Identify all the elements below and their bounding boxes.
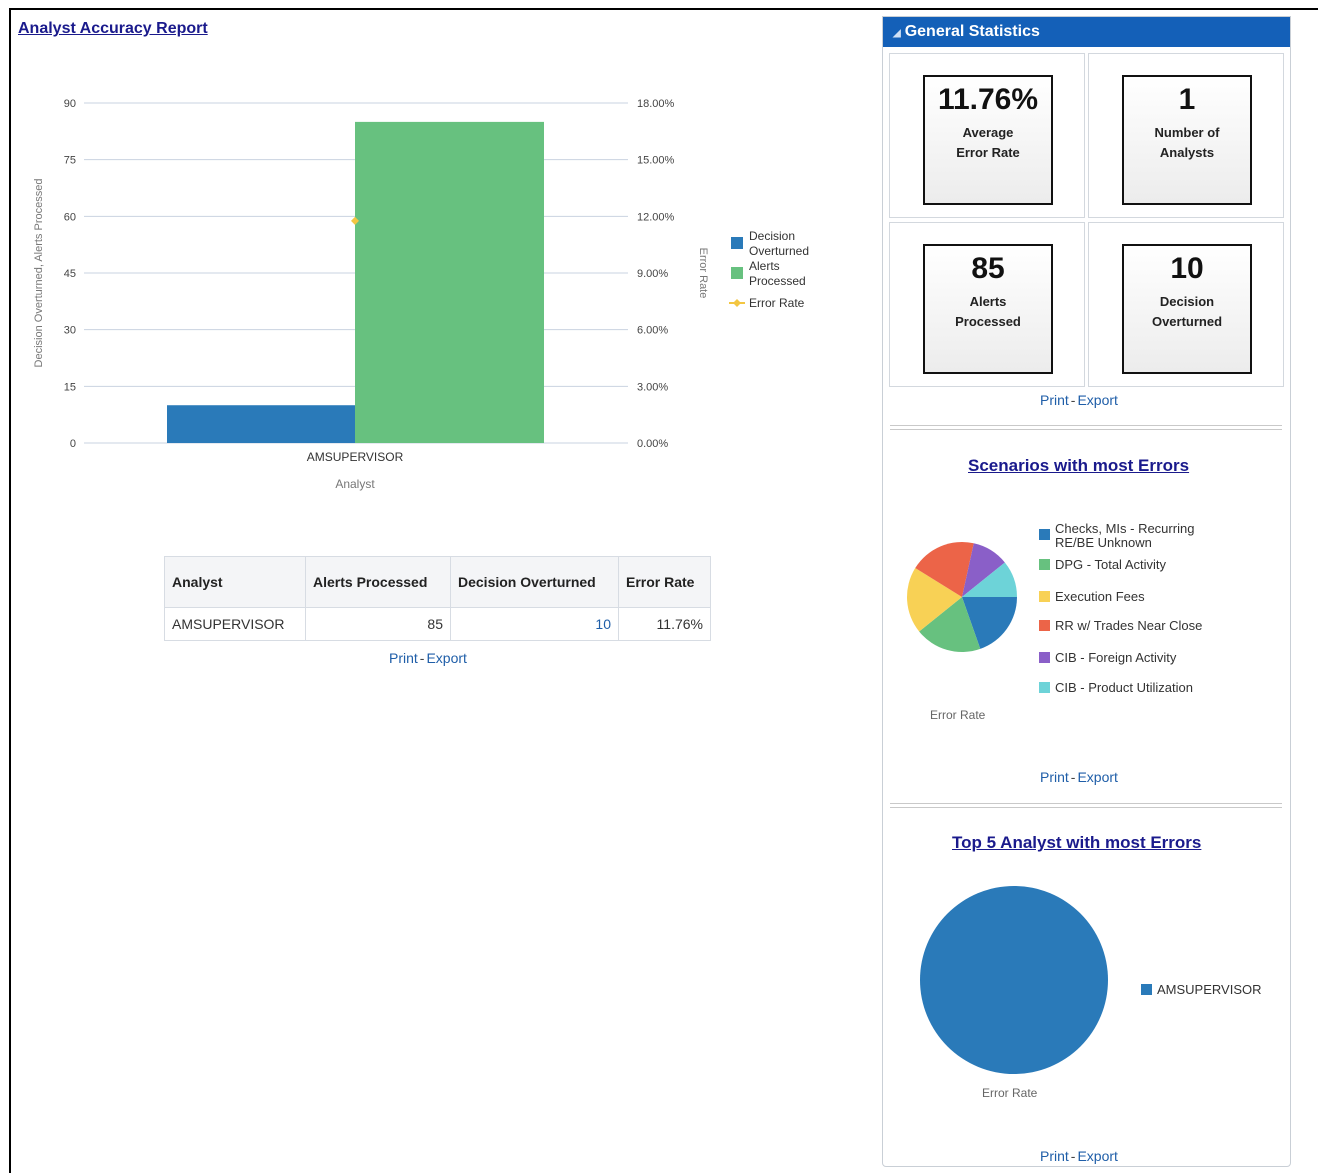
legend-label: Execution Fees — [1055, 589, 1145, 604]
bar-decision-overturned[interactable] — [167, 405, 355, 443]
analyst-table: Analyst Alerts Processed Decision Overtu… — [164, 556, 711, 641]
stat-label: Alerts Processed — [955, 294, 1021, 329]
stat-card: 10 Decision Overturned — [1122, 244, 1252, 374]
separator: - — [1070, 1148, 1076, 1164]
y2-tick-label: 12.00% — [637, 211, 675, 223]
cell-error-rate: 11.76% — [618, 607, 711, 641]
y-tick-label: 0 — [70, 438, 76, 450]
separator: - — [1070, 769, 1076, 785]
y2-tick-label: 6.00% — [637, 325, 668, 337]
legend-marker — [733, 299, 741, 307]
table-print-export: Print - Export — [389, 650, 467, 666]
cell-decision-overturned-link[interactable]: 10 — [450, 607, 619, 641]
legend-swatch — [1039, 591, 1050, 602]
scenarios-print-export: Print - Export — [1040, 769, 1118, 785]
legend-label: CIB - Foreign Activity — [1055, 650, 1177, 665]
legend-swatch — [731, 267, 743, 279]
print-link[interactable]: Print — [1040, 1148, 1069, 1164]
stat-card: 1 Number of Analysts — [1122, 75, 1252, 205]
legend-label: AMSUPERVISOR — [1157, 982, 1262, 997]
y-tick-label: 30 — [64, 325, 76, 337]
y2-axis-label: Error Rate — [697, 248, 709, 299]
pie-caption: Error Rate — [982, 1086, 1038, 1100]
separator: - — [1070, 392, 1076, 408]
y2-tick-label: 18.00% — [637, 98, 675, 110]
legend-label: DPG - Total Activity — [1055, 557, 1167, 572]
legend-label: Decision — [749, 229, 795, 243]
legend-swatch — [1039, 682, 1050, 693]
table-row: AMSUPERVISOR 85 10 11.76% — [164, 607, 711, 641]
stat-label: Average Error Rate — [956, 125, 1020, 160]
x-tick-label: AMSUPERVISOR — [307, 450, 404, 464]
legend-label: Alerts — [749, 259, 780, 273]
export-link[interactable]: Export — [426, 650, 466, 666]
stat-cell-number-of-analysts: 1 Number of Analysts — [1088, 53, 1284, 218]
export-link[interactable]: Export — [1077, 769, 1117, 785]
section-divider — [890, 425, 1282, 430]
stat-cell-alerts-processed: 85 Alerts Processed — [889, 222, 1085, 387]
col-header-error-rate[interactable]: Error Rate — [618, 556, 711, 608]
y-axis-label: Decision Overturned, Alerts Processed — [33, 179, 45, 368]
stat-value: 10 — [1170, 252, 1204, 285]
stat-label: Number of Analysts — [1154, 125, 1220, 160]
stat-value: 1 — [1178, 83, 1196, 116]
cell-alerts-processed: 85 — [305, 607, 451, 641]
separator: - — [419, 650, 425, 666]
print-link[interactable]: Print — [389, 650, 418, 666]
stat-cell-decision-overturned: 10 Decision Overturned — [1088, 222, 1284, 387]
legend-swatch — [1039, 652, 1050, 663]
stat-card: 11.76% Average Error Rate — [923, 75, 1053, 205]
y2-tick-label: 15.00% — [637, 155, 675, 167]
y-tick-label: 75 — [64, 155, 76, 167]
col-header-alerts-processed[interactable]: Alerts Processed — [305, 556, 451, 608]
y2-tick-label: 3.00% — [637, 381, 668, 393]
stat-label: Decision Overturned — [1151, 294, 1223, 329]
legend-swatch — [1039, 620, 1050, 631]
legend-label: RR w/ Trades Near Close — [1055, 618, 1203, 633]
export-link[interactable]: Export — [1077, 1148, 1117, 1164]
legend-label: Checks, MIs - Recurring RE/BE Unknown — [1055, 521, 1195, 550]
collapse-triangle-icon[interactable]: ◢ — [893, 28, 901, 39]
legend-swatch — [1141, 984, 1152, 995]
bar-alerts-processed[interactable] — [355, 121, 544, 443]
legend-label: CIB - Product Utilization — [1055, 680, 1193, 695]
stats-print-export: Print - Export — [1040, 392, 1118, 408]
panel-title: General Statistics — [904, 23, 1040, 40]
scenarios-pie-chart — [907, 542, 1017, 652]
x-axis-label: Analyst — [335, 477, 375, 491]
export-link[interactable]: Export — [1077, 392, 1117, 408]
y2-tick-label: 9.00% — [637, 268, 668, 280]
y-tick-label: 45 — [64, 268, 76, 280]
legend-label: Overturned — [749, 244, 809, 258]
print-link[interactable]: Print — [1040, 769, 1069, 785]
pie-slice-amsupervisor[interactable] — [920, 886, 1108, 1074]
section-divider — [890, 803, 1282, 808]
y-tick-label: 60 — [64, 211, 76, 223]
cell-analyst: AMSUPERVISOR — [164, 607, 306, 641]
stat-value: 85 — [971, 252, 1005, 285]
legend-swatch — [1039, 559, 1050, 570]
stat-value: 11.76% — [937, 83, 1039, 116]
top-analyst-title-link[interactable]: Top 5 Analyst with most Errors — [952, 833, 1201, 853]
top-analyst-print-export: Print - Export — [1040, 1148, 1118, 1164]
y-tick-label: 15 — [64, 381, 76, 393]
analyst-accuracy-chart: 0 0.00% 15 3.00% 30 6.00% 45 9.00% 60 12.00% 75 15.… — [33, 98, 809, 491]
legend-swatch — [731, 237, 743, 249]
y2-tick-label: 0.00% — [637, 438, 668, 450]
legend-label: Processed — [749, 274, 806, 288]
col-header-analyst[interactable]: Analyst — [164, 556, 306, 608]
legend-label: Error Rate — [749, 296, 805, 310]
stat-card: 85 Alerts Processed — [923, 244, 1053, 374]
legend-swatch — [1039, 529, 1050, 540]
pie-caption: Error Rate — [930, 708, 986, 722]
col-header-decision-overturned[interactable]: Decision Overturned — [450, 556, 619, 608]
print-link[interactable]: Print — [1040, 392, 1069, 408]
stat-cell-average-error-rate: 11.76% Average Error Rate — [889, 53, 1085, 218]
scenarios-title-link[interactable]: Scenarios with most Errors — [968, 456, 1189, 476]
top-analyst-pie-chart — [920, 886, 1108, 1074]
y-tick-label: 90 — [64, 98, 76, 110]
panel-header[interactable]: ◢ General Statistics — [883, 17, 1290, 47]
